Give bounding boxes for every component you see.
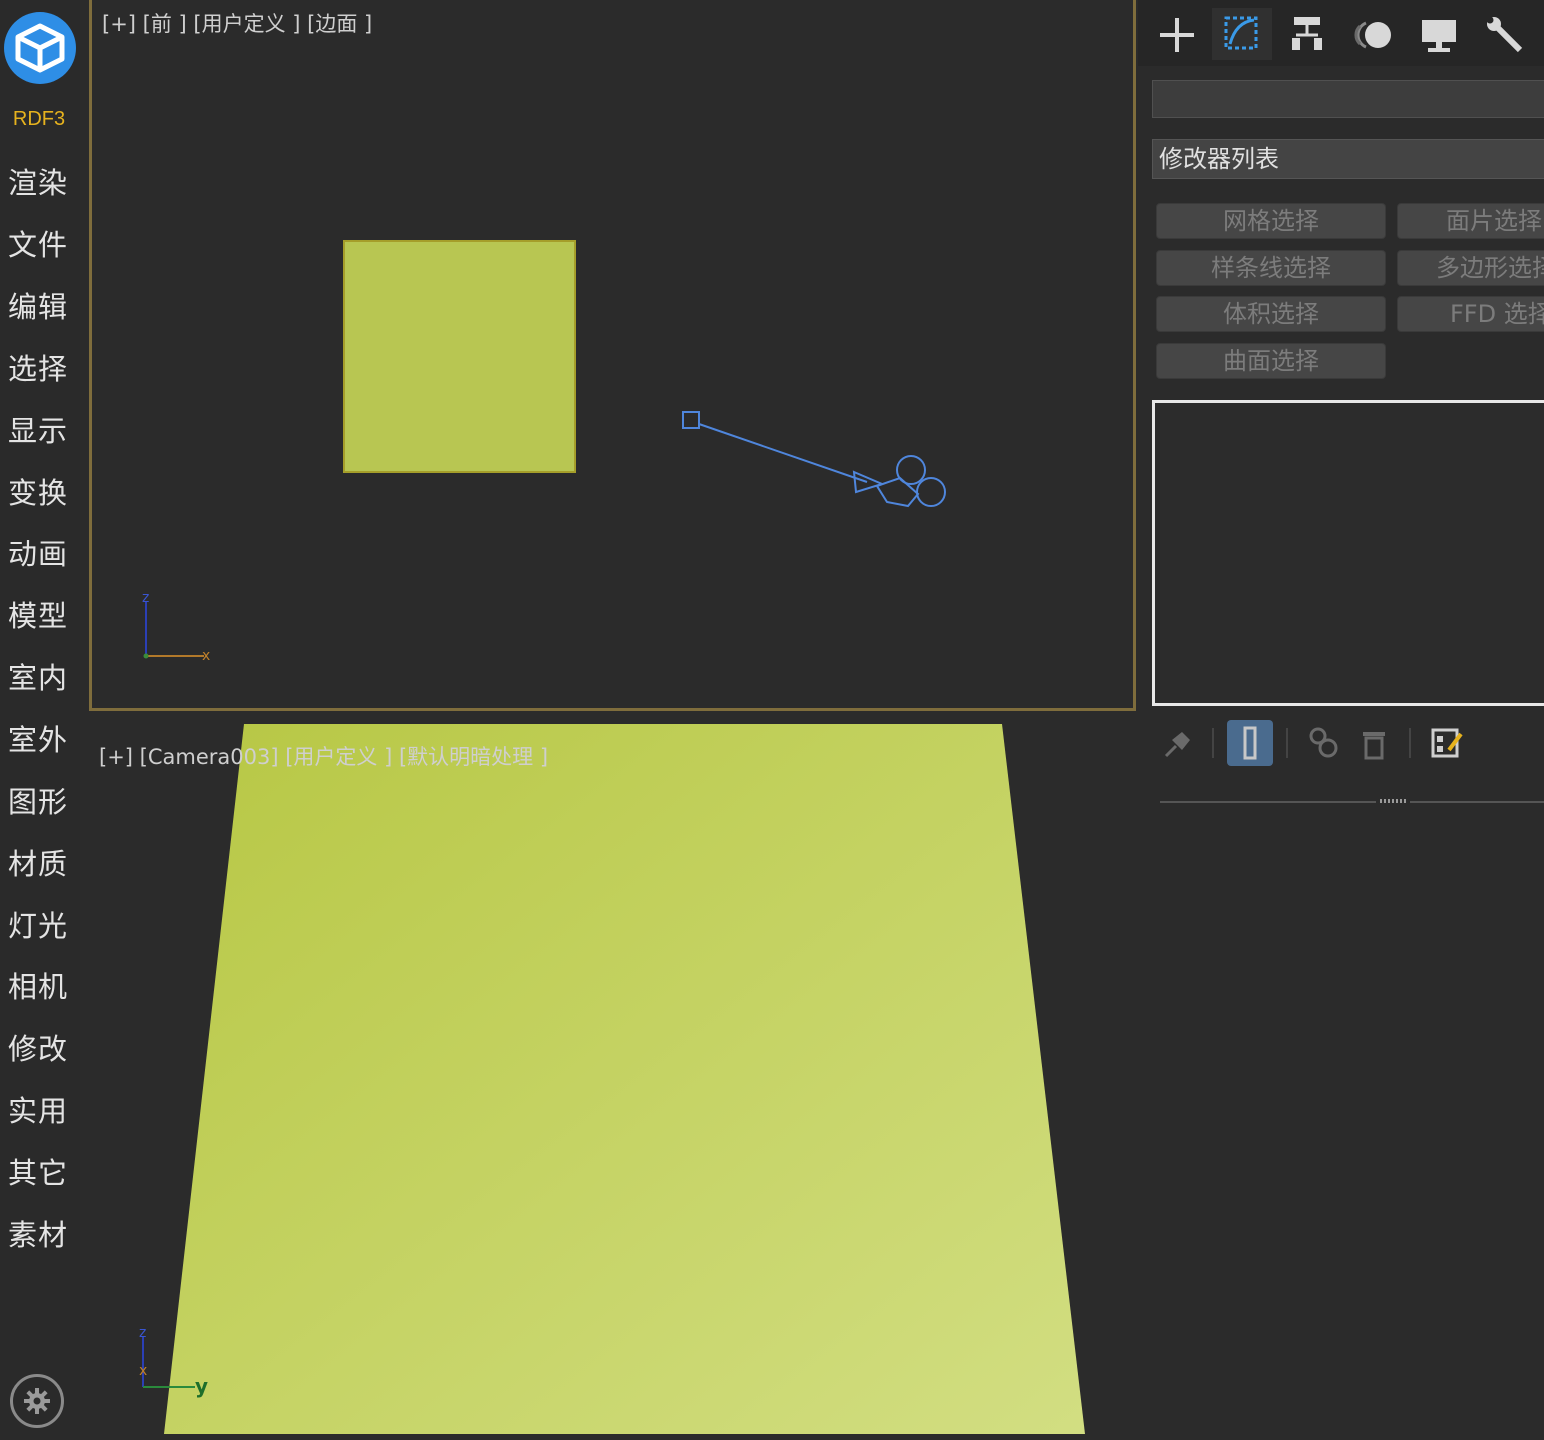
sidebar: RDF3 渲染 文件 编辑 选择 显示 变换 动画 模型 室内 室外 图形 材质… [0,0,80,1440]
camera-gizmo[interactable] [92,0,1139,711]
axis-x-label: x [202,648,210,664]
mesh-select-button[interactable]: 网格选择 [1156,203,1386,239]
show-end-result-icon [1243,726,1257,760]
menu-display[interactable]: 显示 [8,408,68,450]
configure-modifier-sets-button[interactable] [1423,720,1469,766]
tab-create[interactable] [1148,8,1208,60]
menu-utilities[interactable]: 实用 [8,1088,68,1130]
menu-model[interactable]: 模型 [8,593,68,635]
menu-animation[interactable]: 动画 [8,531,68,573]
axis-x-label: x [139,1363,147,1379]
poly-select-button[interactable]: 多边形选择 [1397,250,1544,286]
configure-modifier-sets-icon [1431,728,1463,758]
menu-material[interactable]: 材质 [8,841,68,883]
viewport-camera[interactable]: [+] [Camera003] [用户定义 ] [默认明暗处理 ] z y x [89,711,1136,1440]
axis-tripod-camera: z y x [139,1325,208,1398]
tab-hierarchy[interactable] [1278,8,1338,60]
tab-display[interactable] [1410,8,1470,60]
ffd-select-button[interactable]: FFD 选择 [1397,296,1544,332]
menu-assets[interactable]: 素材 [8,1212,68,1254]
spline-select-button[interactable]: 样条线选择 [1156,250,1386,286]
plane-object-camera[interactable] [89,711,1136,1440]
make-unique-icon [1309,727,1338,758]
menu-exterior[interactable]: 室外 [8,717,68,759]
motion-icon [1354,21,1391,49]
app-logo[interactable] [4,12,76,84]
modifier-stack-list[interactable] [1152,400,1544,706]
object-name-field[interactable] [1152,80,1544,118]
patch-select-button[interactable]: 面片选择 [1397,203,1544,239]
modify-icon [1224,16,1258,50]
wrench-icon [1486,16,1523,53]
menu-shapes[interactable]: 图形 [8,779,68,821]
tab-modify[interactable] [1212,8,1272,60]
rollout-divider [1160,801,1544,803]
axis-tripod-front: z x [142,590,210,664]
brand-label: RDF3 [12,108,66,130]
modifier-list-dropdown[interactable]: 修改器列表 [1152,139,1544,179]
menu-edit[interactable]: 编辑 [8,284,68,326]
menu-lights[interactable]: 灯光 [8,903,68,945]
remove-modifier-button[interactable] [1351,720,1397,766]
surface-select-button[interactable]: 曲面选择 [1156,343,1386,379]
menu-render[interactable]: 渲染 [8,160,68,202]
command-panel-tabs [1138,0,1544,66]
settings-button[interactable] [10,1374,64,1428]
axis-z-label: z [139,1325,146,1341]
tab-utilities[interactable] [1476,8,1536,60]
axis-z-label: z [142,590,149,606]
toolbar-separator [1409,728,1411,758]
make-unique-button[interactable] [1300,720,1346,766]
menu-transform[interactable]: 变换 [8,470,68,512]
axis-y-label: y [195,1374,208,1398]
show-end-result-button[interactable] [1227,720,1273,766]
toolbar-separator [1286,728,1288,758]
pin-stack-icon [1164,732,1190,758]
display-icon [1422,20,1456,52]
viewport-camera-label[interactable]: [+] [Camera003] [用户定义 ] [默认明暗处理 ] [99,741,548,771]
menu-other[interactable]: 其它 [8,1150,68,1192]
menu-camera[interactable]: 相机 [8,964,68,1006]
viewport-front[interactable]: [+] [前 ] [用户定义 ] [边面 ] z x [89,0,1136,711]
cube-logo-icon [15,23,65,73]
pin-stack-button[interactable] [1154,720,1200,766]
rollout-resize-handle[interactable] [1376,797,1410,805]
menu-file[interactable]: 文件 [8,222,68,264]
toolbar-separator [1212,728,1214,758]
gear-icon [24,1388,50,1414]
command-panel: 修改器列表 网格选择 面片选择 样条线选择 多边形选择 体积选择 FFD 选择 … [1138,0,1544,1440]
remove-modifier-icon [1363,732,1385,760]
volume-select-button[interactable]: 体积选择 [1156,296,1386,332]
hierarchy-icon [1292,17,1322,50]
menu-modify[interactable]: 修改 [8,1026,68,1068]
tab-motion[interactable] [1344,8,1404,60]
menu-interior[interactable]: 室内 [8,655,68,697]
menu-select[interactable]: 选择 [8,346,68,388]
plus-icon [1160,18,1194,52]
